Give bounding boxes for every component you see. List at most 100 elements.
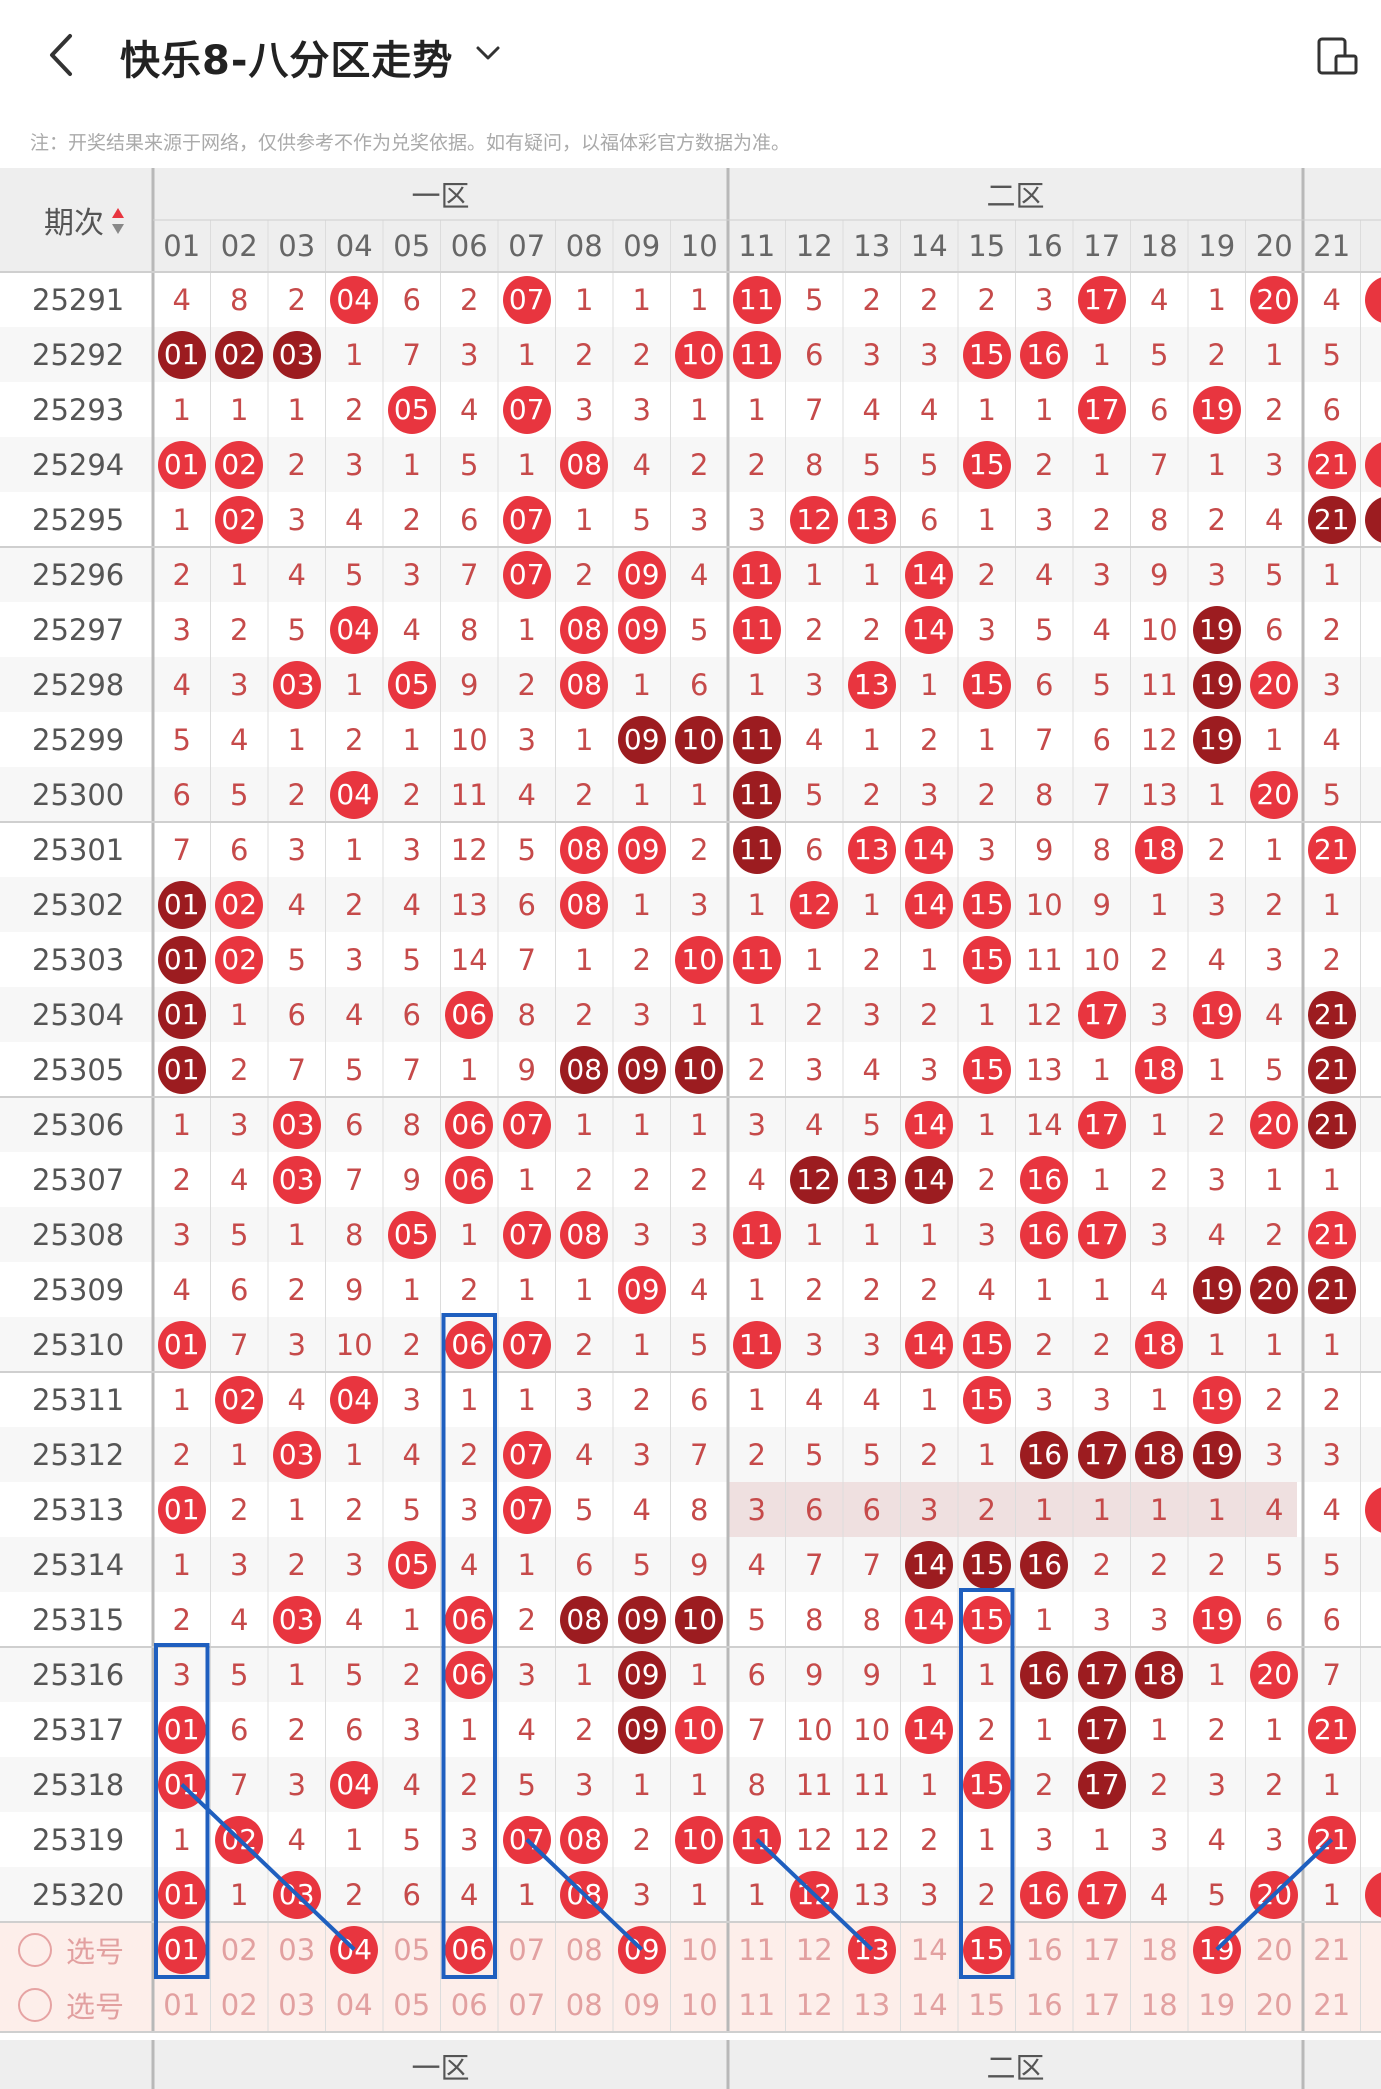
table-cell: 4 xyxy=(345,997,364,1032)
table-cell: 5 xyxy=(1265,1052,1284,1087)
select-number[interactable]: 07 xyxy=(498,1922,556,1977)
select-number[interactable]: 18 xyxy=(1131,1922,1189,1977)
select-number[interactable]: 16 xyxy=(1016,1977,1074,2032)
select-number[interactable]: 20 xyxy=(1246,1977,1304,2032)
picked-number-ball[interactable]: 15 xyxy=(962,1925,1011,1974)
table-cell: 1 xyxy=(172,1822,191,1857)
table-cell: 6 xyxy=(1265,1602,1284,1637)
select-number[interactable]: 12 xyxy=(786,1922,844,1977)
picked-number-ball[interactable]: 13 xyxy=(847,1925,896,1974)
picked-number-ball[interactable]: 09 xyxy=(617,1925,666,1974)
table-cell: 1 xyxy=(460,1712,479,1747)
picked-number-ball[interactable]: 01 xyxy=(157,1925,206,1974)
select-row-label[interactable]: 选号 xyxy=(0,1977,153,2032)
select-number[interactable]: 16 xyxy=(1016,1922,1074,1977)
picked-number-ball[interactable]: 04 xyxy=(330,1925,379,1974)
table-cell: 15 xyxy=(958,1592,1016,1647)
table-cell: 9 xyxy=(1150,557,1169,592)
chevron-left-icon[interactable] xyxy=(42,32,82,78)
table-cell: 2 xyxy=(977,777,996,812)
table-cell: 17 xyxy=(1073,1427,1131,1482)
period-cell: 25295 xyxy=(32,502,125,537)
select-number[interactable]: 04 xyxy=(326,1977,384,2032)
select-number[interactable]: 10 xyxy=(671,1922,729,1977)
select-number[interactable]: 13 xyxy=(843,1977,901,2032)
select-number[interactable]: 05 xyxy=(383,1977,441,2032)
table-cell: 2 xyxy=(1035,447,1054,482)
table-cell: 01 xyxy=(153,327,211,382)
select-number[interactable]: 18 xyxy=(1131,1977,1189,2032)
select-number[interactable]: 14 xyxy=(901,1922,959,1977)
column-header: 02 xyxy=(220,229,258,263)
picked-number-ball[interactable]: 06 xyxy=(445,1925,494,1974)
table-cell: 1 xyxy=(230,557,249,592)
select-number[interactable]: 21 xyxy=(1303,1977,1361,2032)
select-number[interactable]: 06 xyxy=(441,1977,499,2032)
page-title[interactable]: 快乐8-八分区走势 xyxy=(120,28,453,86)
period-cell: 25317 xyxy=(32,1712,125,1747)
select-number[interactable]: 03 xyxy=(268,1977,326,2032)
select-number[interactable]: 19 xyxy=(1188,1977,1246,2032)
select-number[interactable]: 11 xyxy=(728,1922,786,1977)
drawn-number-ball: 04 xyxy=(330,275,379,324)
select-number[interactable]: 17 xyxy=(1073,1977,1131,2032)
table-cell: 3 xyxy=(1035,1822,1054,1857)
chevron-down-icon[interactable] xyxy=(472,38,504,68)
period-header[interactable]: 期次 xyxy=(0,168,153,272)
table-cell: 1 xyxy=(1092,1052,1111,1087)
select-number[interactable]: 15 xyxy=(958,1922,1016,1977)
select-number[interactable]: 06 xyxy=(441,1922,499,1977)
table-cell: 03 xyxy=(268,1867,326,1922)
select-number[interactable]: 01 xyxy=(153,1922,211,1977)
radio-circle-icon[interactable] xyxy=(18,1932,52,1967)
column-header: 16 xyxy=(1025,229,1063,263)
select-number[interactable]: 10 xyxy=(671,1977,729,2032)
select-number[interactable]: 04 xyxy=(326,1922,384,1977)
select-number[interactable]: 07 xyxy=(498,1977,556,2032)
select-number[interactable]: 09 xyxy=(613,1922,671,1977)
table-cell: 2 xyxy=(690,832,709,867)
table-cell: 3 xyxy=(402,1382,421,1417)
table-cell: 3 xyxy=(920,1492,939,1527)
table-cell: 4 xyxy=(805,1382,824,1417)
device-layout-icon[interactable] xyxy=(1316,36,1360,76)
radio-circle-icon[interactable] xyxy=(18,1987,52,2022)
select-number[interactable]: 02 xyxy=(211,1922,269,1977)
drawn-number-ball: 11 xyxy=(732,605,781,654)
select-row-label[interactable]: 选号 xyxy=(0,1922,153,1977)
picked-number-ball[interactable]: 19 xyxy=(1192,1925,1241,1974)
repeat-number-ball: 01 xyxy=(157,880,206,929)
table-cell: 11 xyxy=(728,932,786,987)
select-number[interactable]: 17 xyxy=(1073,1922,1131,1977)
select-number[interactable]: 01 xyxy=(153,1977,211,2032)
select-number[interactable]: 19 xyxy=(1188,1922,1246,1977)
select-number[interactable]: 08 xyxy=(556,1977,614,2032)
select-number[interactable]: 02 xyxy=(211,1977,269,2032)
select-number[interactable]: 2 xyxy=(1361,1922,1381,1977)
table-cell: 1 xyxy=(460,1052,479,1087)
table-cell: 09 xyxy=(613,1647,671,1702)
select-number[interactable]: 13 xyxy=(843,1922,901,1977)
table-cell: 1 xyxy=(1265,722,1284,757)
select-number[interactable]: 15 xyxy=(958,1977,1016,2032)
select-number[interactable]: 14 xyxy=(901,1977,959,2032)
table-cell: 5 xyxy=(632,502,651,537)
select-number[interactable]: 08 xyxy=(556,1922,614,1977)
table-cell xyxy=(1361,932,1381,987)
table-cell: 2 xyxy=(977,282,996,317)
table-cell: 1 xyxy=(345,1437,364,1472)
table-cell: 2 xyxy=(632,1382,651,1417)
select-number[interactable]: 21 xyxy=(1303,1922,1361,1977)
select-number[interactable]: 20 xyxy=(1246,1922,1304,1977)
select-number[interactable]: 11 xyxy=(728,1977,786,2032)
sort-updown-icon[interactable] xyxy=(110,206,126,236)
table-cell: 3 xyxy=(920,1877,939,1912)
table-cell: 1 xyxy=(575,502,594,537)
select-number[interactable]: 2 xyxy=(1361,1977,1381,2032)
select-number[interactable]: 03 xyxy=(268,1922,326,1977)
select-number[interactable]: 05 xyxy=(383,1922,441,1977)
select-number[interactable]: 12 xyxy=(786,1977,844,2032)
table-cell: 6 xyxy=(460,502,479,537)
table-cell: 13 xyxy=(843,1152,901,1207)
select-number[interactable]: 09 xyxy=(613,1977,671,2032)
